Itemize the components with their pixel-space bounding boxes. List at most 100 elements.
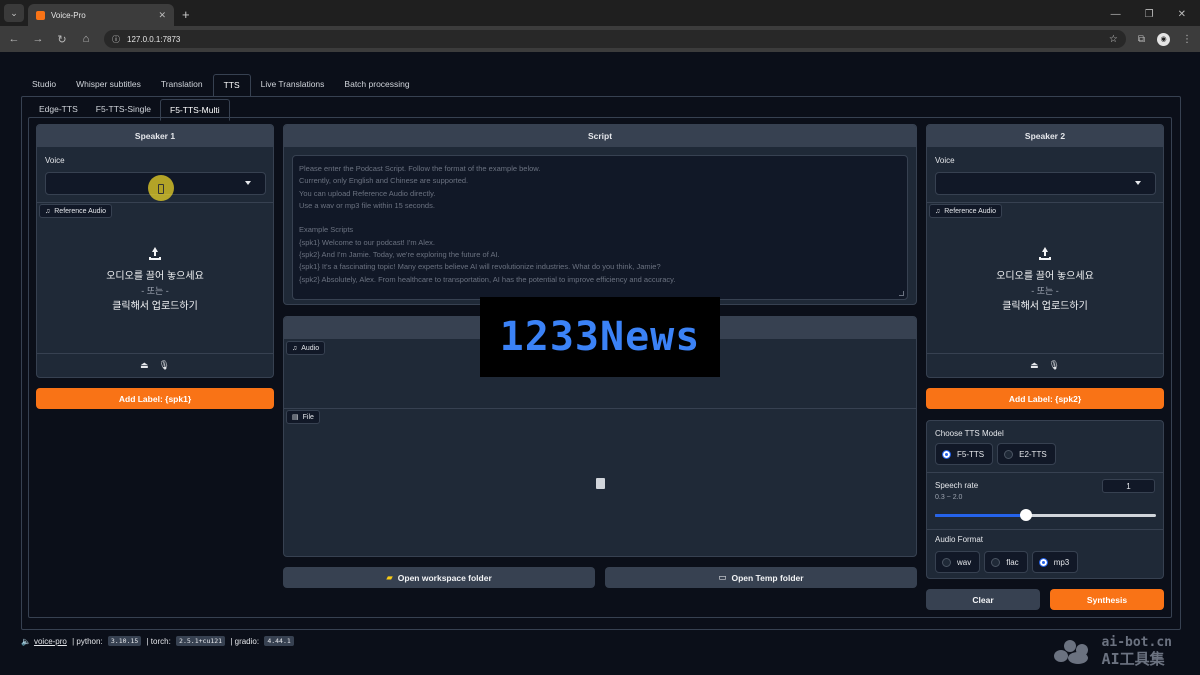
speaker2-title: Speaker 2 xyxy=(927,125,1163,147)
window-controls: — ❐ ✕ xyxy=(1111,9,1200,26)
voice-pro-link[interactable]: voice-pro xyxy=(34,637,67,646)
clear-button[interactable]: Clear xyxy=(926,589,1040,610)
close-tab-icon[interactable]: ✕ xyxy=(158,10,166,21)
new-tab-icon[interactable]: + xyxy=(182,7,190,22)
speaker1-drop-text: 오디오를 끌어 놓으세요 xyxy=(106,271,204,282)
back-icon[interactable]: ← xyxy=(8,33,20,45)
tab-whisper-subtitles[interactable]: Whisper subtitles xyxy=(66,74,151,97)
speaker1-or-text: - 또는 - xyxy=(141,286,169,296)
file-icon: ▤ xyxy=(292,414,299,421)
tab-f5-tts-single[interactable]: F5-TTS-Single xyxy=(87,99,160,121)
speaker-icon: 🔈 xyxy=(21,636,31,646)
open-workspace-label: Open workspace folder xyxy=(397,572,492,583)
radio-unselected-icon xyxy=(1004,449,1014,459)
radio-f5-tts-label: F5-TTS xyxy=(957,449,985,459)
speech-rate-slider[interactable] xyxy=(935,509,1156,521)
site-info-icon[interactable]: ⓘ xyxy=(112,34,120,45)
microphone-icon[interactable]: 🎙 xyxy=(159,360,170,371)
tab-search-chevron-icon[interactable]: ⌄ xyxy=(4,4,24,22)
speaker2-audio-sources: ⏏ 🎙 xyxy=(927,353,1163,377)
file-placeholder-icon xyxy=(596,478,605,489)
audio-format-radio-group: wav flac mp3 xyxy=(935,551,1079,573)
ai-bot-domain: ai-bot.cn xyxy=(1101,635,1172,650)
speaker1-panel: Speaker 1 Voice ♫ Reference Audio 오디오를 끌… xyxy=(36,124,274,378)
radio-f5-tts[interactable]: F5-TTS xyxy=(935,443,994,465)
tab-batch-processing[interactable]: Batch processing xyxy=(334,74,419,97)
add-label-spk1-button[interactable]: Add Label: {spk1} xyxy=(36,388,274,409)
speech-rate-slider-thumb[interactable] xyxy=(1020,509,1032,521)
minimize-icon[interactable]: — xyxy=(1111,9,1121,20)
tts-model-label: Choose TTS Model xyxy=(935,429,1004,438)
speaker1-title: Speaker 1 xyxy=(37,125,273,147)
radio-wav[interactable]: wav xyxy=(935,551,981,573)
script-title: Script xyxy=(284,125,916,147)
add-label-spk2-button[interactable]: Add Label: {spk2} xyxy=(926,388,1164,409)
resize-handle-icon[interactable] xyxy=(899,291,904,296)
microphone-icon[interactable]: 🎙 xyxy=(1049,360,1060,371)
divider xyxy=(284,408,916,409)
speech-rate-slider-fill xyxy=(935,514,1026,517)
speaker2-drop-text: 오디오를 끌어 놓으세요 xyxy=(996,271,1094,282)
tab-tts[interactable]: TTS xyxy=(212,74,251,97)
speech-rate-number-input[interactable]: 1 xyxy=(1102,479,1155,493)
open-temp-folder-button[interactable]: ▭ Open Temp folder xyxy=(605,567,917,588)
folder-outline-icon: ▭ xyxy=(718,572,727,582)
open-temp-label: Open Temp folder xyxy=(731,572,804,583)
speaker1-upload-area[interactable]: 오디오를 끌어 놓으세요 - 또는 - 클릭해서 업로드하기 xyxy=(37,247,273,314)
tab-f5-tts-multi[interactable]: F5-TTS-Multi xyxy=(160,99,230,121)
tab-edge-tts[interactable]: Edge-TTS xyxy=(30,99,87,121)
profile-avatar-icon[interactable]: ◉ xyxy=(1157,32,1170,46)
folder-icon: ▰ xyxy=(386,572,393,582)
url-text: 127.0.0.1:7873 xyxy=(127,34,181,44)
ai-bot-watermark: ai-bot.cn AI工具集 xyxy=(1053,635,1172,667)
browser-tab-title: Voice-Pro xyxy=(51,10,86,20)
speaker2-ref-audio-chip: ♫ Reference Audio xyxy=(929,204,1003,218)
upload-source-icon[interactable]: ⏏ xyxy=(1030,360,1039,371)
browser-tab[interactable]: Voice-Pro ✕ xyxy=(28,4,174,26)
script-textarea[interactable]: Please enter the Podcast Script. Follow … xyxy=(292,155,908,300)
divider xyxy=(37,202,273,203)
speaker2-upload-area[interactable]: 오디오를 끌어 놓으세요 - 또는 - 클릭해서 업로드하기 xyxy=(927,247,1163,314)
radio-unselected-icon xyxy=(991,557,1001,567)
tab-translation[interactable]: Translation xyxy=(151,74,213,97)
mouse-cursor-highlight xyxy=(148,175,174,201)
forward-icon[interactable]: → xyxy=(32,33,44,45)
tts-settings-panel: Choose TTS Model F5-TTS E2-TTS Speech ra… xyxy=(926,420,1164,579)
paw-logo-icon xyxy=(1053,638,1096,664)
speaker1-ref-audio-label: Reference Audio xyxy=(54,207,107,215)
speaker2-or-text: - 또는 - xyxy=(1031,286,1059,296)
address-bar[interactable]: ⓘ 127.0.0.1:7873 ☆ xyxy=(104,30,1126,48)
radio-wav-label: wav xyxy=(957,557,972,567)
open-workspace-folder-button[interactable]: ▰ Open workspace folder xyxy=(283,567,595,588)
restore-icon[interactable]: ❐ xyxy=(1145,9,1154,20)
divider xyxy=(927,529,1163,530)
radio-e2-tts[interactable]: E2-TTS xyxy=(997,443,1056,465)
radio-mp3[interactable]: mp3 xyxy=(1031,551,1079,573)
speaker2-voice-dropdown[interactable] xyxy=(935,172,1156,195)
radio-flac[interactable]: flac xyxy=(984,551,1028,573)
home-icon[interactable]: ⌂ xyxy=(80,33,92,45)
extensions-icon[interactable]: ⧉ xyxy=(1138,34,1145,45)
bookmark-star-icon[interactable]: ☆ xyxy=(1109,34,1118,45)
voice-pro-app: Studio Whisper subtitles Translation TTS… xyxy=(0,52,1200,675)
python-version: 3.10.15 xyxy=(107,636,142,646)
speaker2-ref-audio-label: Reference Audio xyxy=(944,207,997,215)
main-tabs: Studio Whisper subtitles Translation TTS… xyxy=(22,74,420,97)
radio-selected-icon xyxy=(942,449,951,459)
chevron-down-icon xyxy=(245,181,251,185)
speaker2-click-text: 클릭해서 업로드하기 xyxy=(1002,301,1088,312)
voice-pro-favicon-icon xyxy=(36,10,45,20)
speaker1-audio-sources: ⏏ 🎙 xyxy=(37,353,273,377)
speaker2-panel: Speaker 2 Voice ♫ Reference Audio 오디오를 끌… xyxy=(926,124,1164,378)
tab-studio[interactable]: Studio xyxy=(22,74,66,97)
browser-menu-icon[interactable]: ⋮ xyxy=(1182,34,1192,45)
output-file-chip: ▤ File xyxy=(286,410,320,424)
upload-source-icon[interactable]: ⏏ xyxy=(140,360,149,371)
tab-live-translations[interactable]: Live Translations xyxy=(251,74,335,97)
gradio-version: 4.44.1 xyxy=(264,636,294,646)
reload-icon[interactable]: ↻ xyxy=(56,33,68,46)
radio-e2-tts-label: E2-TTS xyxy=(1019,449,1047,459)
synthesis-button[interactable]: Synthesis xyxy=(1050,589,1164,610)
speech-rate-range: 0.3 ~ 2.0 xyxy=(935,494,963,501)
window-close-icon[interactable]: ✕ xyxy=(1178,9,1186,20)
